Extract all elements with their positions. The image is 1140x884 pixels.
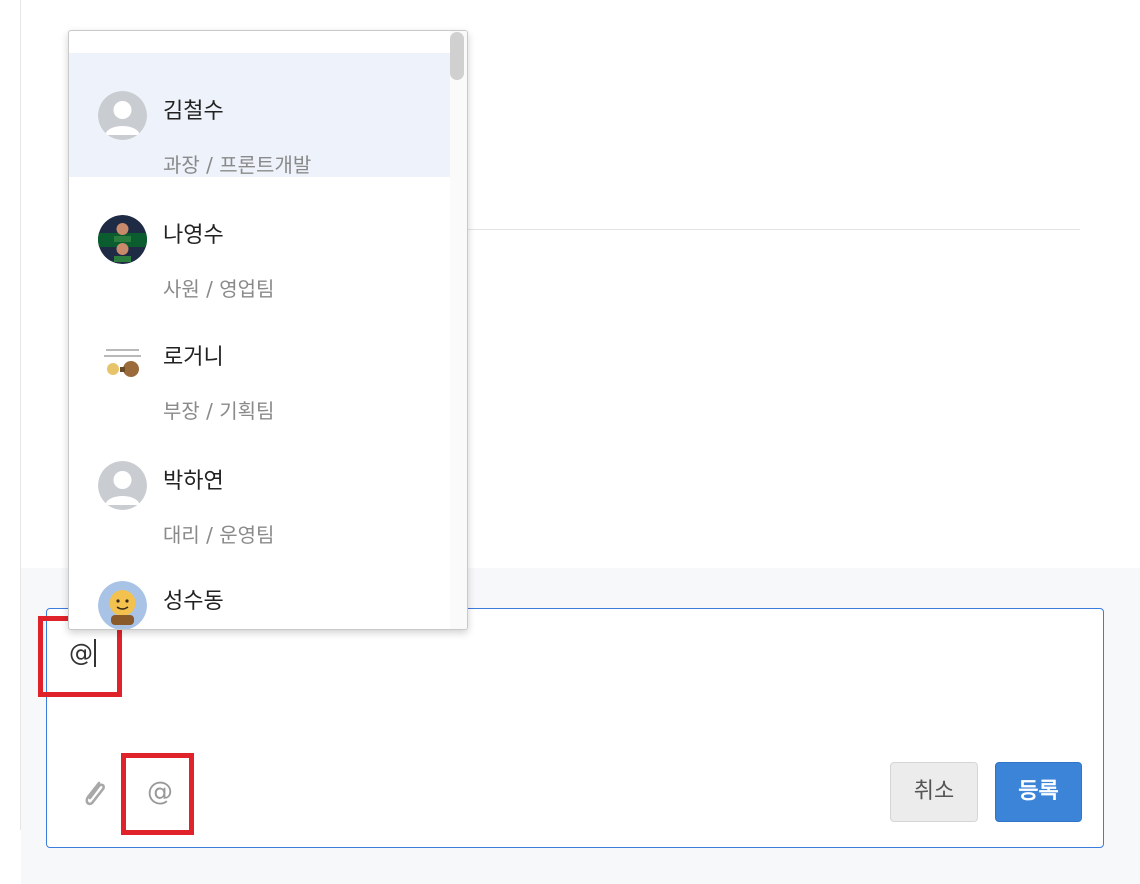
member-name: 박하연: [163, 469, 224, 494]
default-avatar-icon: [98, 461, 147, 510]
member-item-kimcheolsu[interactable]: 김철수 과장 / 프론트개발: [69, 53, 451, 177]
sticker-avatar-icon: [98, 337, 147, 386]
content-divider: [460, 229, 1080, 230]
member-item-rogeoni[interactable]: 로거니 부장 / 기획팀: [69, 299, 451, 423]
submit-button[interactable]: 등록: [995, 762, 1082, 822]
dropdown-scrollbar[interactable]: [450, 31, 467, 629]
member-name: 김철수: [163, 99, 224, 124]
member-role: 부장 / 기획팀: [163, 399, 275, 423]
mention-dropdown[interactable]: 김철수 과장 / 프론트개발 나영수 사원 / 영업팀 로거니 부장 / 기획팀…: [68, 30, 468, 630]
member-name: 성수동: [163, 589, 224, 614]
member-role: 과장 / 프론트개발: [163, 153, 312, 177]
member-item-parkhayeon[interactable]: 박하연 대리 / 운영팀: [69, 423, 451, 547]
highlight-mention-button: [121, 753, 194, 835]
photo-avatar-icon: [98, 215, 147, 264]
member-item-seongsudong[interactable]: 성수동 인사 / 프론트도개발: [69, 543, 451, 629]
member-role: 사원 / 영업팀: [163, 277, 275, 301]
member-name: 로거니: [163, 345, 224, 370]
character-avatar-icon: [98, 581, 147, 629]
scrollbar-thumb[interactable]: [450, 32, 464, 80]
paperclip-icon[interactable]: [80, 775, 110, 811]
member-item-nayeongsu[interactable]: 나영수 사원 / 영업팀: [69, 177, 451, 301]
member-name: 나영수: [163, 223, 224, 248]
cancel-button[interactable]: 취소: [890, 762, 978, 822]
default-avatar-icon: [98, 91, 147, 140]
